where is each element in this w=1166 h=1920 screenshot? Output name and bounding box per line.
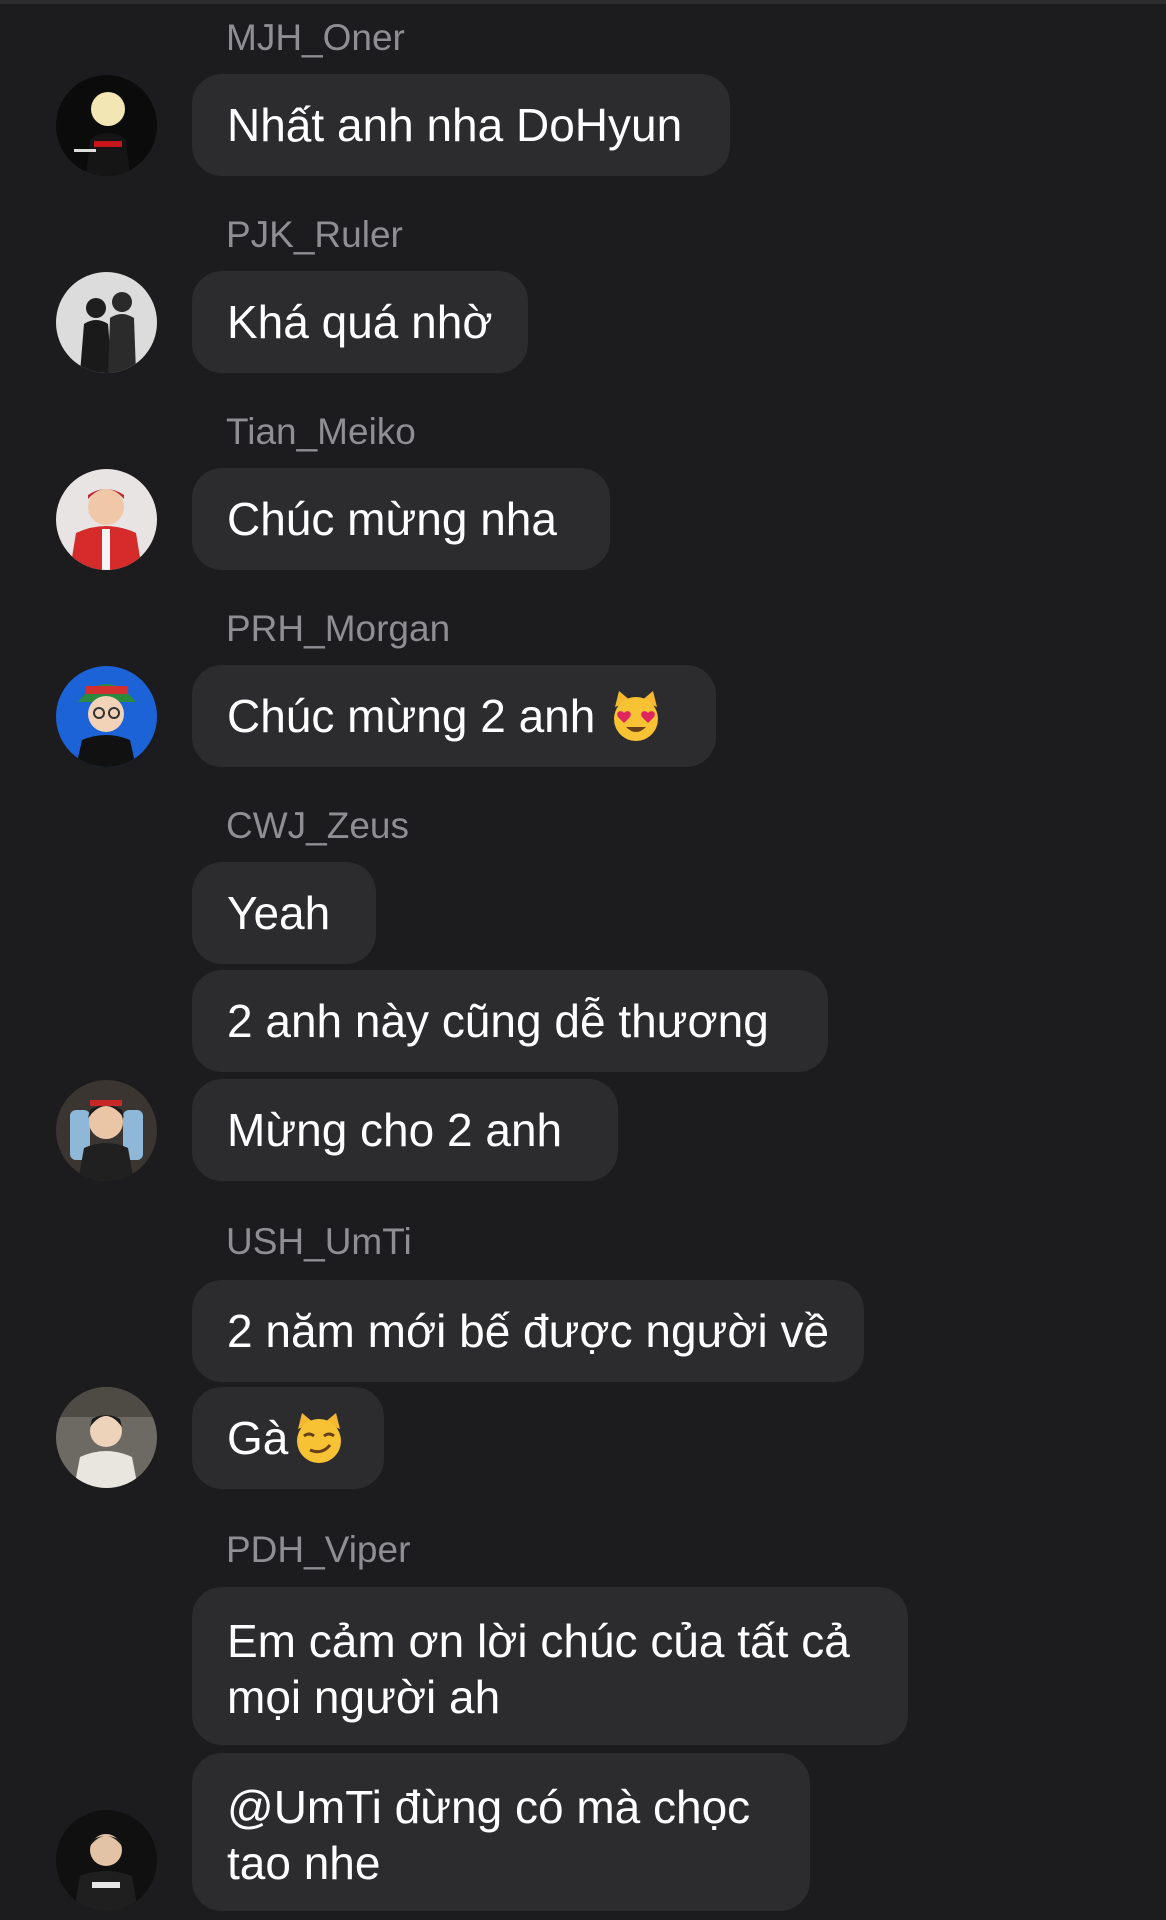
- message-bubble[interactable]: 2 năm mới bế được người về: [192, 1280, 864, 1382]
- sender-name: PDH_Viper: [226, 1529, 411, 1570]
- message-bubble[interactable]: Chúc mừng nha: [192, 468, 610, 570]
- chat-thread[interactable]: MJH_Oner Nhất anh nha DoHyun PJK_Ruler K…: [0, 0, 1166, 1920]
- message-bubble[interactable]: @UmTi đừng có mà chọc tao nhe: [192, 1753, 810, 1911]
- sender-name: Tian_Meiko: [226, 411, 416, 452]
- sender-name: CWJ_Zeus: [226, 805, 409, 846]
- heart-eyes-cat-emoji: [614, 691, 659, 741]
- message-bubble[interactable]: Em cảm ơn lời chúc của tất cả mọi người …: [192, 1587, 908, 1745]
- message-text: @UmTi đừng có mà chọc tao nhe: [227, 1781, 751, 1889]
- avatar-tian-meiko[interactable]: [56, 469, 157, 570]
- sender-name: PRH_Morgan: [226, 608, 451, 649]
- message-bubble[interactable]: Nhất anh nha DoHyun: [192, 74, 730, 176]
- message-text: Gà: [227, 1412, 289, 1464]
- sender-name: PJK_Ruler: [226, 214, 403, 255]
- message-bubble[interactable]: Yeah: [192, 862, 376, 964]
- message-text: Mừng cho 2 anh: [227, 1104, 563, 1156]
- avatar-pdh-viper[interactable]: [56, 1810, 157, 1911]
- message-text: Khá quá nhờ: [227, 296, 493, 348]
- avatar-mjh-oner[interactable]: [56, 75, 157, 176]
- message-text: Nhất anh nha DoHyun: [227, 99, 683, 151]
- message-bubble[interactable]: Khá quá nhờ: [192, 271, 528, 373]
- sender-name: MJH_Oner: [226, 17, 405, 58]
- message-text: Em cảm ơn lời chúc của tất cả mọi người …: [227, 1615, 850, 1723]
- avatar-pjk-ruler[interactable]: [56, 272, 157, 373]
- message-text: Chúc mừng nha: [227, 493, 557, 545]
- message-bubble[interactable]: Chúc mừng 2 anh: [192, 665, 716, 767]
- avatar-ush-umti[interactable]: [56, 1387, 157, 1488]
- message-bubble[interactable]: Mừng cho 2 anh: [192, 1079, 618, 1181]
- message-bubble[interactable]: 2 anh này cũng dễ thương: [192, 970, 828, 1072]
- smirk-cat-emoji: [297, 1413, 342, 1463]
- message-bubble[interactable]: Gà: [192, 1387, 384, 1489]
- sender-name: USH_UmTi: [226, 1221, 412, 1262]
- message-text: Chúc mừng 2 anh: [227, 690, 596, 742]
- avatar-prh-morgan[interactable]: [56, 666, 157, 767]
- message-text: 2 anh này cũng dễ thương: [227, 995, 769, 1047]
- message-text: Yeah: [227, 887, 331, 939]
- avatar-cwj-zeus[interactable]: [56, 1080, 157, 1181]
- message-text: 2 năm mới bế được người về: [227, 1305, 830, 1357]
